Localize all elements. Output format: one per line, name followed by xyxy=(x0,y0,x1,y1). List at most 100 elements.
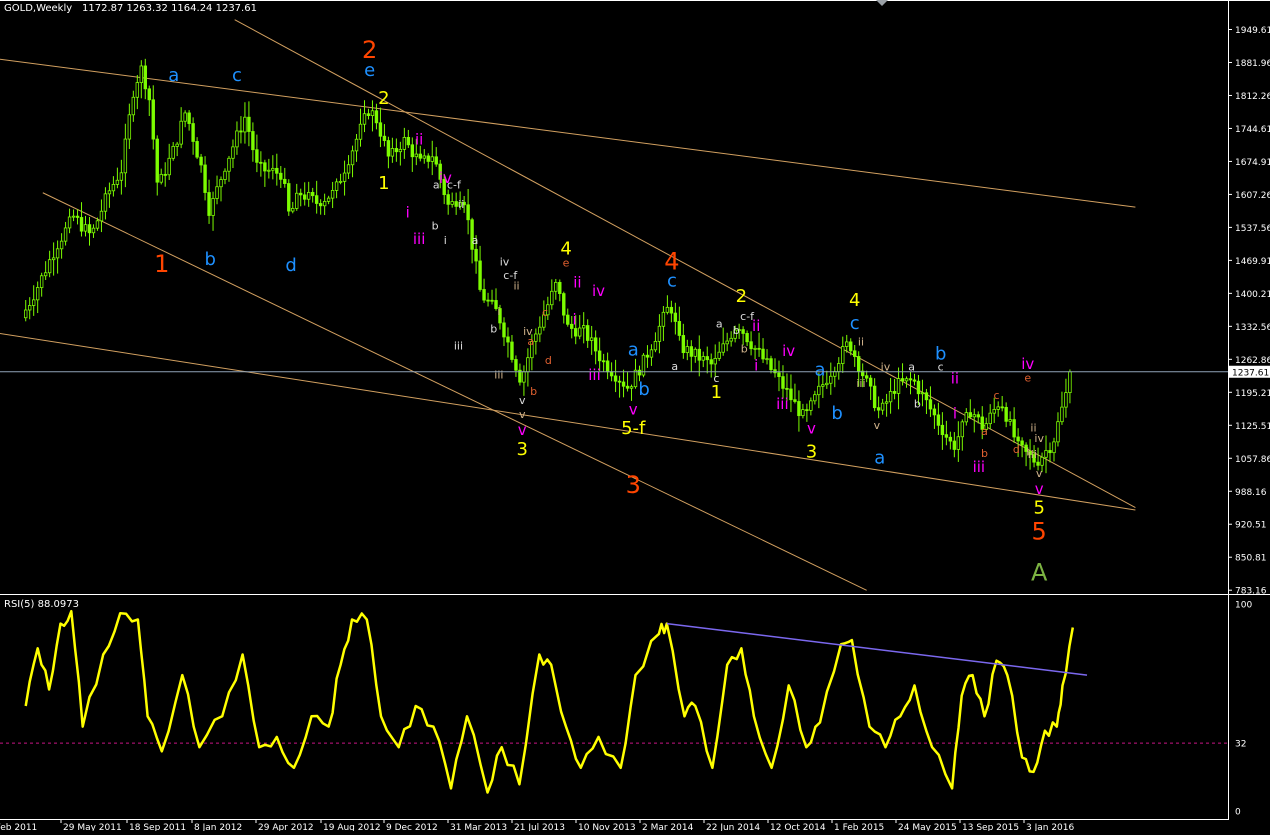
candle-body xyxy=(562,293,566,316)
candle-body xyxy=(900,378,905,382)
candle-body xyxy=(506,336,510,343)
wave-label: 5 xyxy=(1032,518,1047,546)
candle-body xyxy=(968,412,972,418)
candle-body xyxy=(362,113,367,125)
wave-label: ii xyxy=(458,198,464,211)
candle-body xyxy=(83,224,88,232)
candle-body xyxy=(948,436,953,442)
candle-body xyxy=(1012,419,1016,438)
candle-body xyxy=(649,349,654,358)
candle-body xyxy=(829,375,833,384)
candle-body xyxy=(605,360,610,373)
wave-label: v xyxy=(874,419,881,432)
gold-weekly-chart[interactable]: 1 2 3 4 5 Ae a c b d 2 1 ii iv i iii a c-f ii b i a iv c-f ii i b i… xyxy=(0,0,1270,833)
wave-label: iv xyxy=(782,342,795,360)
price-tick-label: 920.51 xyxy=(1235,521,1267,531)
candle-body xyxy=(171,146,175,159)
candle-body xyxy=(211,198,215,216)
wave-label: 1 xyxy=(154,250,169,278)
candle-body xyxy=(805,409,809,412)
wave-label: ii xyxy=(573,274,581,292)
wave-label: ii xyxy=(752,317,760,335)
candle-body xyxy=(749,341,753,350)
candle-body xyxy=(928,399,933,410)
candle-body xyxy=(713,358,717,365)
candle-body xyxy=(131,96,136,116)
candle-body xyxy=(358,123,363,140)
candle-body xyxy=(597,350,602,362)
candle-body xyxy=(585,325,590,341)
candle-body xyxy=(271,167,275,171)
candle-body xyxy=(267,169,271,172)
wave-label: v xyxy=(629,401,638,419)
candle-body xyxy=(880,402,885,411)
candle-body xyxy=(876,407,881,411)
wave-label: iii xyxy=(856,377,865,390)
wave-label: v xyxy=(518,421,527,439)
candle-body xyxy=(645,354,650,358)
wave-label: iii xyxy=(494,368,503,381)
candle-body xyxy=(793,399,797,402)
rsi-title: RSI(5) 88.0973 xyxy=(4,599,79,610)
wave-label: c xyxy=(993,389,999,402)
candle-body xyxy=(825,382,829,386)
candle-body xyxy=(773,369,777,374)
candle-body xyxy=(299,192,303,196)
price-tick-label: 1674.91 xyxy=(1235,158,1270,168)
candle-body xyxy=(534,333,538,342)
candle-body xyxy=(960,421,965,438)
time-tick-label: 2 Mar 2014 xyxy=(642,823,694,831)
current-price-tag: 1237.61 xyxy=(1229,365,1270,378)
rsi-tick-label: 100 xyxy=(1235,601,1252,611)
candle-body xyxy=(809,400,813,411)
candle-body xyxy=(841,346,845,364)
candle-body xyxy=(988,412,992,425)
wave-label: iv xyxy=(592,282,605,300)
candle-body xyxy=(394,148,399,153)
time-tick-label: 22 Jun 2014 xyxy=(706,823,760,831)
candle-body xyxy=(159,173,163,183)
candle-body xyxy=(255,149,259,163)
time-tick-label: 29 May 2011 xyxy=(63,823,122,831)
candle-body xyxy=(904,378,909,382)
candle-body xyxy=(203,164,207,193)
candle-body xyxy=(558,281,562,294)
wave-label: c xyxy=(667,271,677,292)
candle-body xyxy=(888,391,893,403)
time-tick-label: 9 Dec 2012 xyxy=(386,823,438,831)
candle-body xyxy=(940,424,945,436)
time-tick-label: 3 Jan 2016 xyxy=(1026,823,1074,831)
candle-body xyxy=(322,200,327,207)
candle-body xyxy=(191,123,195,142)
wave-label: b xyxy=(733,324,740,337)
wave-label: 3 xyxy=(806,441,817,462)
wave-label: iii xyxy=(588,366,601,384)
candle-body xyxy=(175,143,179,147)
candle-body xyxy=(936,414,941,426)
candle-body xyxy=(729,337,733,342)
candle-body xyxy=(414,153,419,158)
candle-body xyxy=(430,156,434,162)
candle-body xyxy=(992,409,996,414)
price-tick-label: 1332.56 xyxy=(1235,323,1270,333)
price-tick-label: 1262.86 xyxy=(1235,356,1270,366)
wave-label: a xyxy=(716,317,723,330)
candle-body xyxy=(932,408,937,416)
wave-label: c xyxy=(542,306,548,319)
candle-body xyxy=(1064,392,1068,408)
candle-body xyxy=(63,227,68,242)
wave-label: i xyxy=(444,234,447,247)
candle-body xyxy=(952,440,957,450)
wave-label: a xyxy=(628,339,639,360)
price-tick-label: 1125.51 xyxy=(1235,422,1270,432)
candle-body xyxy=(183,112,187,122)
candle-body xyxy=(67,216,72,229)
candle-body xyxy=(55,248,60,259)
candle-body xyxy=(466,204,470,221)
candle-body xyxy=(275,167,279,174)
candle-body xyxy=(916,380,921,395)
candle-body xyxy=(845,341,849,347)
chart-canvas[interactable]: 12345Aea cb d21iiiviiiia c-fiibi aivc-fiiibi… xyxy=(0,0,1270,833)
candle-body xyxy=(709,359,713,365)
candle-body xyxy=(91,227,96,234)
